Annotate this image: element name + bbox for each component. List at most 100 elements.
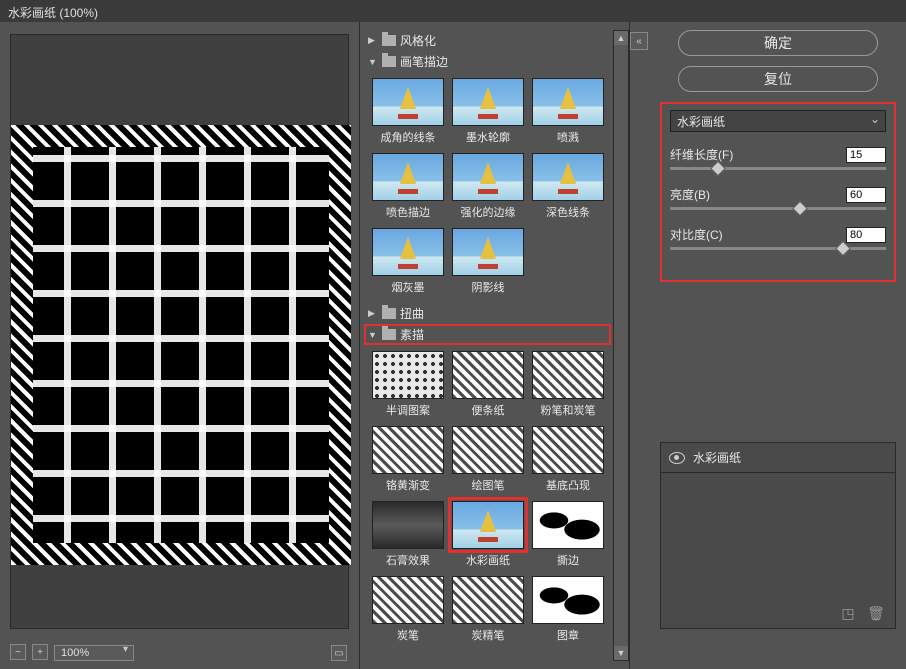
slider-thumb-icon[interactable]	[792, 201, 808, 217]
scroll-down-button[interactable]: ▼	[614, 646, 628, 660]
param-label: 对比度(C)	[670, 226, 723, 243]
param-slider[interactable]	[670, 207, 886, 210]
folder-icon	[382, 35, 396, 46]
param-slider[interactable]	[670, 247, 886, 250]
folder-distort[interactable]: ▶ 扭曲	[364, 303, 611, 324]
thumb-label: 撕边	[532, 552, 604, 568]
param-input[interactable]	[846, 187, 886, 203]
fit-view-button[interactable]: ▭	[331, 645, 347, 661]
brush-thumb-grid: 成角的线条墨水轮廓喷溅喷色描边强化的边缘深色线条烟灰墨阴影线	[364, 72, 611, 303]
folder-label: 画笔描边	[400, 53, 448, 70]
effect-layer-row[interactable]: 水彩画纸	[661, 443, 895, 473]
effect-layer-name: 水彩画纸	[693, 449, 741, 466]
slider-thumb-icon[interactable]	[710, 161, 726, 177]
gallery-scrollbar[interactable]: ▲ ▼	[613, 30, 629, 661]
preview-viewport[interactable]	[10, 34, 349, 629]
zoom-in-button[interactable]: +	[32, 644, 48, 660]
folder-stylize[interactable]: ▶ 风格化	[364, 30, 611, 51]
thumb-image	[532, 78, 604, 126]
folder-label: 风格化	[400, 32, 436, 49]
parameters-box: 纤维长度(F) 亮度(B) 对比度(C)	[660, 102, 896, 282]
thumb-label: 喷溅	[532, 129, 604, 145]
thumb-image	[532, 426, 604, 474]
filter-thumb[interactable]: 墨水轮廓	[452, 78, 524, 145]
filter-thumb[interactable]: 炭精笔	[452, 576, 524, 643]
thumb-label: 阴影线	[452, 279, 524, 295]
filter-thumb[interactable]: 喷溅	[532, 78, 604, 145]
filter-thumb[interactable]: 撕边	[532, 501, 604, 568]
thumb-label: 图章	[532, 627, 604, 643]
param-row: 纤维长度(F)	[670, 146, 886, 163]
param-input[interactable]	[846, 147, 886, 163]
thumb-label: 深色线条	[532, 204, 604, 220]
thumb-image	[532, 501, 604, 549]
delete-effect-layer-button[interactable]: 🗑	[867, 604, 885, 622]
thumb-image	[372, 501, 444, 549]
thumb-image	[372, 78, 444, 126]
filter-thumb[interactable]: 绘图笔	[452, 426, 524, 493]
thumb-label: 墨水轮廓	[452, 129, 524, 145]
filter-thumb[interactable]: 喷色描边	[372, 153, 444, 220]
thumb-image	[452, 228, 524, 276]
window-titlebar: 水彩画纸 (100%)	[0, 0, 906, 22]
folder-sketch[interactable]: ▼ 素描	[364, 324, 611, 345]
folder-icon	[382, 308, 396, 319]
filter-thumb[interactable]: 强化的边缘	[452, 153, 524, 220]
thumb-label: 强化的边缘	[452, 204, 524, 220]
reset-button[interactable]: 复位	[678, 66, 878, 92]
chevron-down-icon: ▼	[368, 330, 378, 340]
visibility-eye-icon[interactable]	[669, 452, 685, 464]
thumb-image	[372, 576, 444, 624]
thumb-image	[452, 576, 524, 624]
filter-thumb[interactable]: 便条纸	[452, 351, 524, 418]
preview-toolbar: − +	[10, 643, 134, 661]
chevron-right-icon: ▶	[368, 308, 378, 319]
collapse-panel-button[interactable]: «	[630, 32, 648, 50]
thumb-image	[532, 153, 604, 201]
folder-icon	[382, 56, 396, 67]
param-slider[interactable]	[670, 167, 886, 170]
filter-thumb[interactable]: 水彩画纸	[452, 501, 524, 568]
filter-thumb[interactable]: 铬黄渐变	[372, 426, 444, 493]
thumb-label: 炭精笔	[452, 627, 524, 643]
filter-dropdown-wrap	[670, 110, 886, 132]
filter-thumb[interactable]: 基底凸现	[532, 426, 604, 493]
param-row: 亮度(B)	[670, 186, 886, 203]
layers-footer: ◳ 🗑	[839, 604, 885, 622]
thumb-label: 石膏效果	[372, 552, 444, 568]
folder-brush-strokes[interactable]: ▼ 画笔描边	[364, 51, 611, 72]
thumb-image	[452, 426, 524, 474]
filter-thumb[interactable]: 阴影线	[452, 228, 524, 295]
thumb-image	[532, 351, 604, 399]
thumb-image	[372, 153, 444, 201]
filter-thumb[interactable]: 石膏效果	[372, 501, 444, 568]
zoom-select[interactable]	[54, 645, 134, 661]
effect-layers-panel: 水彩画纸 ◳ 🗑	[660, 442, 896, 629]
filter-thumb[interactable]: 烟灰墨	[372, 228, 444, 295]
filter-thumb[interactable]: 成角的线条	[372, 78, 444, 145]
preview-effect-border	[11, 125, 351, 565]
new-effect-layer-button[interactable]: ◳	[839, 604, 857, 622]
gallery-scroll: ▶ 风格化 ▼ 画笔描边 成角的线条墨水轮廓喷溅喷色描边强化的边缘深色线条烟灰墨…	[364, 30, 611, 661]
thumb-label: 炭笔	[372, 627, 444, 643]
thumb-label: 便条纸	[452, 402, 524, 418]
ok-button[interactable]: 确定	[678, 30, 878, 56]
filter-thumb[interactable]: 深色线条	[532, 153, 604, 220]
filter-thumb[interactable]: 粉笔和炭笔	[532, 351, 604, 418]
thumb-image	[452, 501, 524, 549]
filter-thumb[interactable]: 炭笔	[372, 576, 444, 643]
filter-gallery-panel: ▶ 风格化 ▼ 画笔描边 成角的线条墨水轮廓喷溅喷色描边强化的边缘深色线条烟灰墨…	[360, 22, 630, 669]
window-title: 水彩画纸 (100%)	[8, 6, 98, 20]
filter-dropdown[interactable]	[670, 110, 886, 132]
slider-thumb-icon[interactable]	[835, 241, 851, 257]
thumb-label: 基底凸现	[532, 477, 604, 493]
scroll-up-button[interactable]: ▲	[614, 31, 628, 45]
thumb-image	[452, 153, 524, 201]
folder-label: 扭曲	[400, 305, 424, 322]
filter-thumb[interactable]: 半调图案	[372, 351, 444, 418]
filter-thumb[interactable]: 图章	[532, 576, 604, 643]
thumb-image	[532, 576, 604, 624]
param-input[interactable]	[846, 227, 886, 243]
zoom-out-button[interactable]: −	[10, 644, 26, 660]
thumb-image	[372, 426, 444, 474]
